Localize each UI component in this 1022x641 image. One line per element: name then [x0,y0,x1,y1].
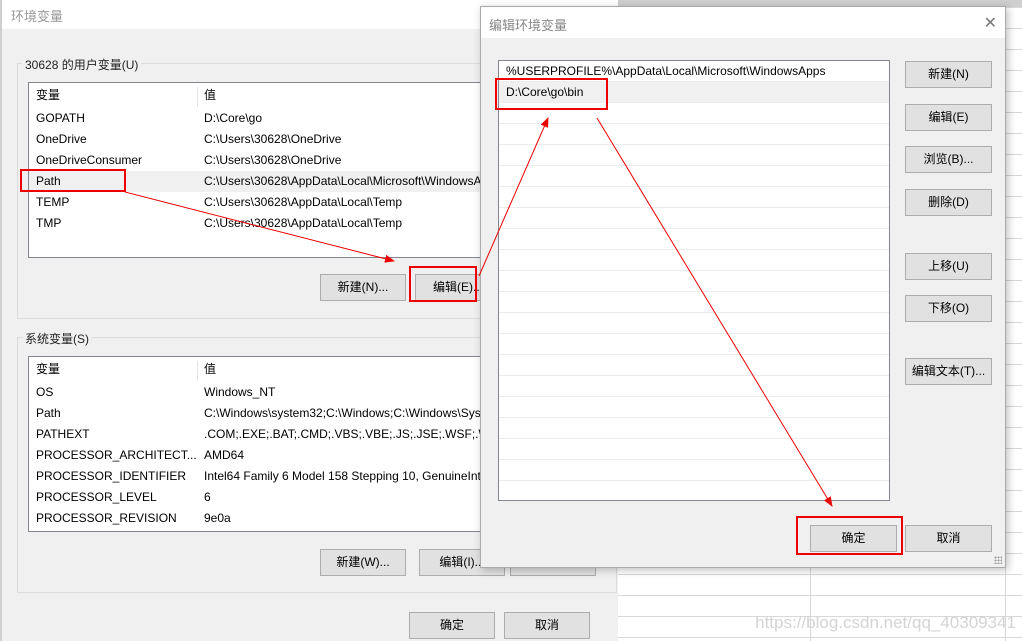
arrow-entry-to-ok [596,117,833,507]
annotation-arrows [124,117,833,507]
arrow-path-to-edit [124,191,395,263]
watermark: https://blog.csdn.net/qq_40309341 [755,613,1016,632]
arrow-edit-to-entry [478,117,549,277]
